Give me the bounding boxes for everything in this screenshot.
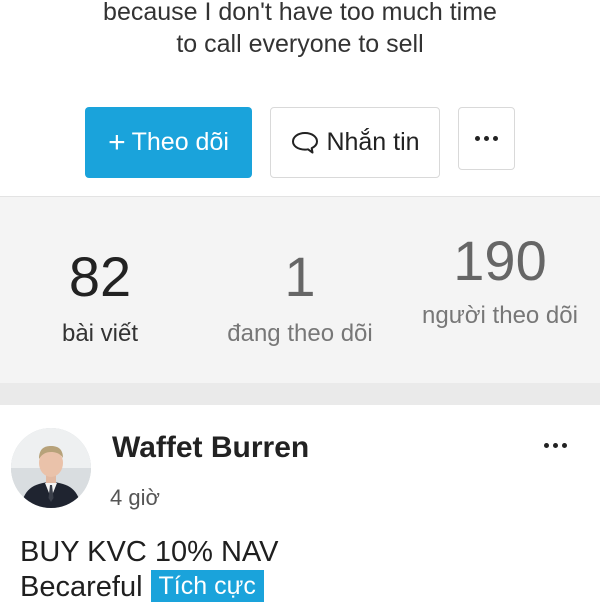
followers-label: người theo dõi <box>422 302 578 329</box>
profile-bio: because I don't have too much time to ca… <box>0 0 600 60</box>
more-horizontal-icon <box>475 136 498 141</box>
sentiment-tag[interactable]: Tích cực <box>150 570 264 602</box>
post-body: BUY KVC 10% NAV Becareful Tích cực <box>20 535 278 605</box>
chat-bubble-icon <box>292 131 319 153</box>
stat-following[interactable]: 1 đang theo dõi <box>200 247 400 349</box>
posts-label: bài viết <box>61 320 139 347</box>
follow-button[interactable]: + Theo dõi <box>85 107 252 178</box>
follow-button-label: Theo dõi <box>131 128 229 156</box>
post-text-line-1: BUY KVC 10% NAV <box>20 536 279 568</box>
post-author[interactable]: Waffet Burren <box>112 431 309 465</box>
profile-stats: 82 bài viết 1 đang theo dõi 190 người th… <box>0 196 600 384</box>
following-count: 1 <box>284 245 316 308</box>
stat-followers[interactable]: 190 người theo dõi <box>400 231 600 331</box>
post-card: Waffet Burren 4 giờ BUY KVC 10% NAV Beca… <box>0 405 600 603</box>
post-more-button[interactable] <box>537 435 573 455</box>
avatar[interactable] <box>11 428 91 508</box>
section-divider <box>0 383 600 405</box>
plus-icon: + <box>108 125 126 159</box>
message-button-label: Nhắn tin <box>326 128 420 156</box>
followers-count: 190 <box>453 229 547 292</box>
bio-line-1: because I don't have too much time <box>103 0 497 26</box>
following-label: đang theo dõi <box>227 320 373 347</box>
bio-line-2: to call everyone to sell <box>176 30 424 58</box>
more-horizontal-icon <box>543 442 567 448</box>
profile-actions: + Theo dõi Nhắn tin <box>85 107 515 178</box>
posts-count: 82 <box>68 245 132 308</box>
stat-posts[interactable]: 82 bài viết <box>0 247 200 349</box>
post-text-line-2-text: Becareful <box>20 571 143 603</box>
post-time: 4 giờ <box>110 485 160 510</box>
more-options-button[interactable] <box>458 107 515 170</box>
avatar-image <box>11 428 91 508</box>
message-button[interactable]: Nhắn tin <box>270 107 440 178</box>
